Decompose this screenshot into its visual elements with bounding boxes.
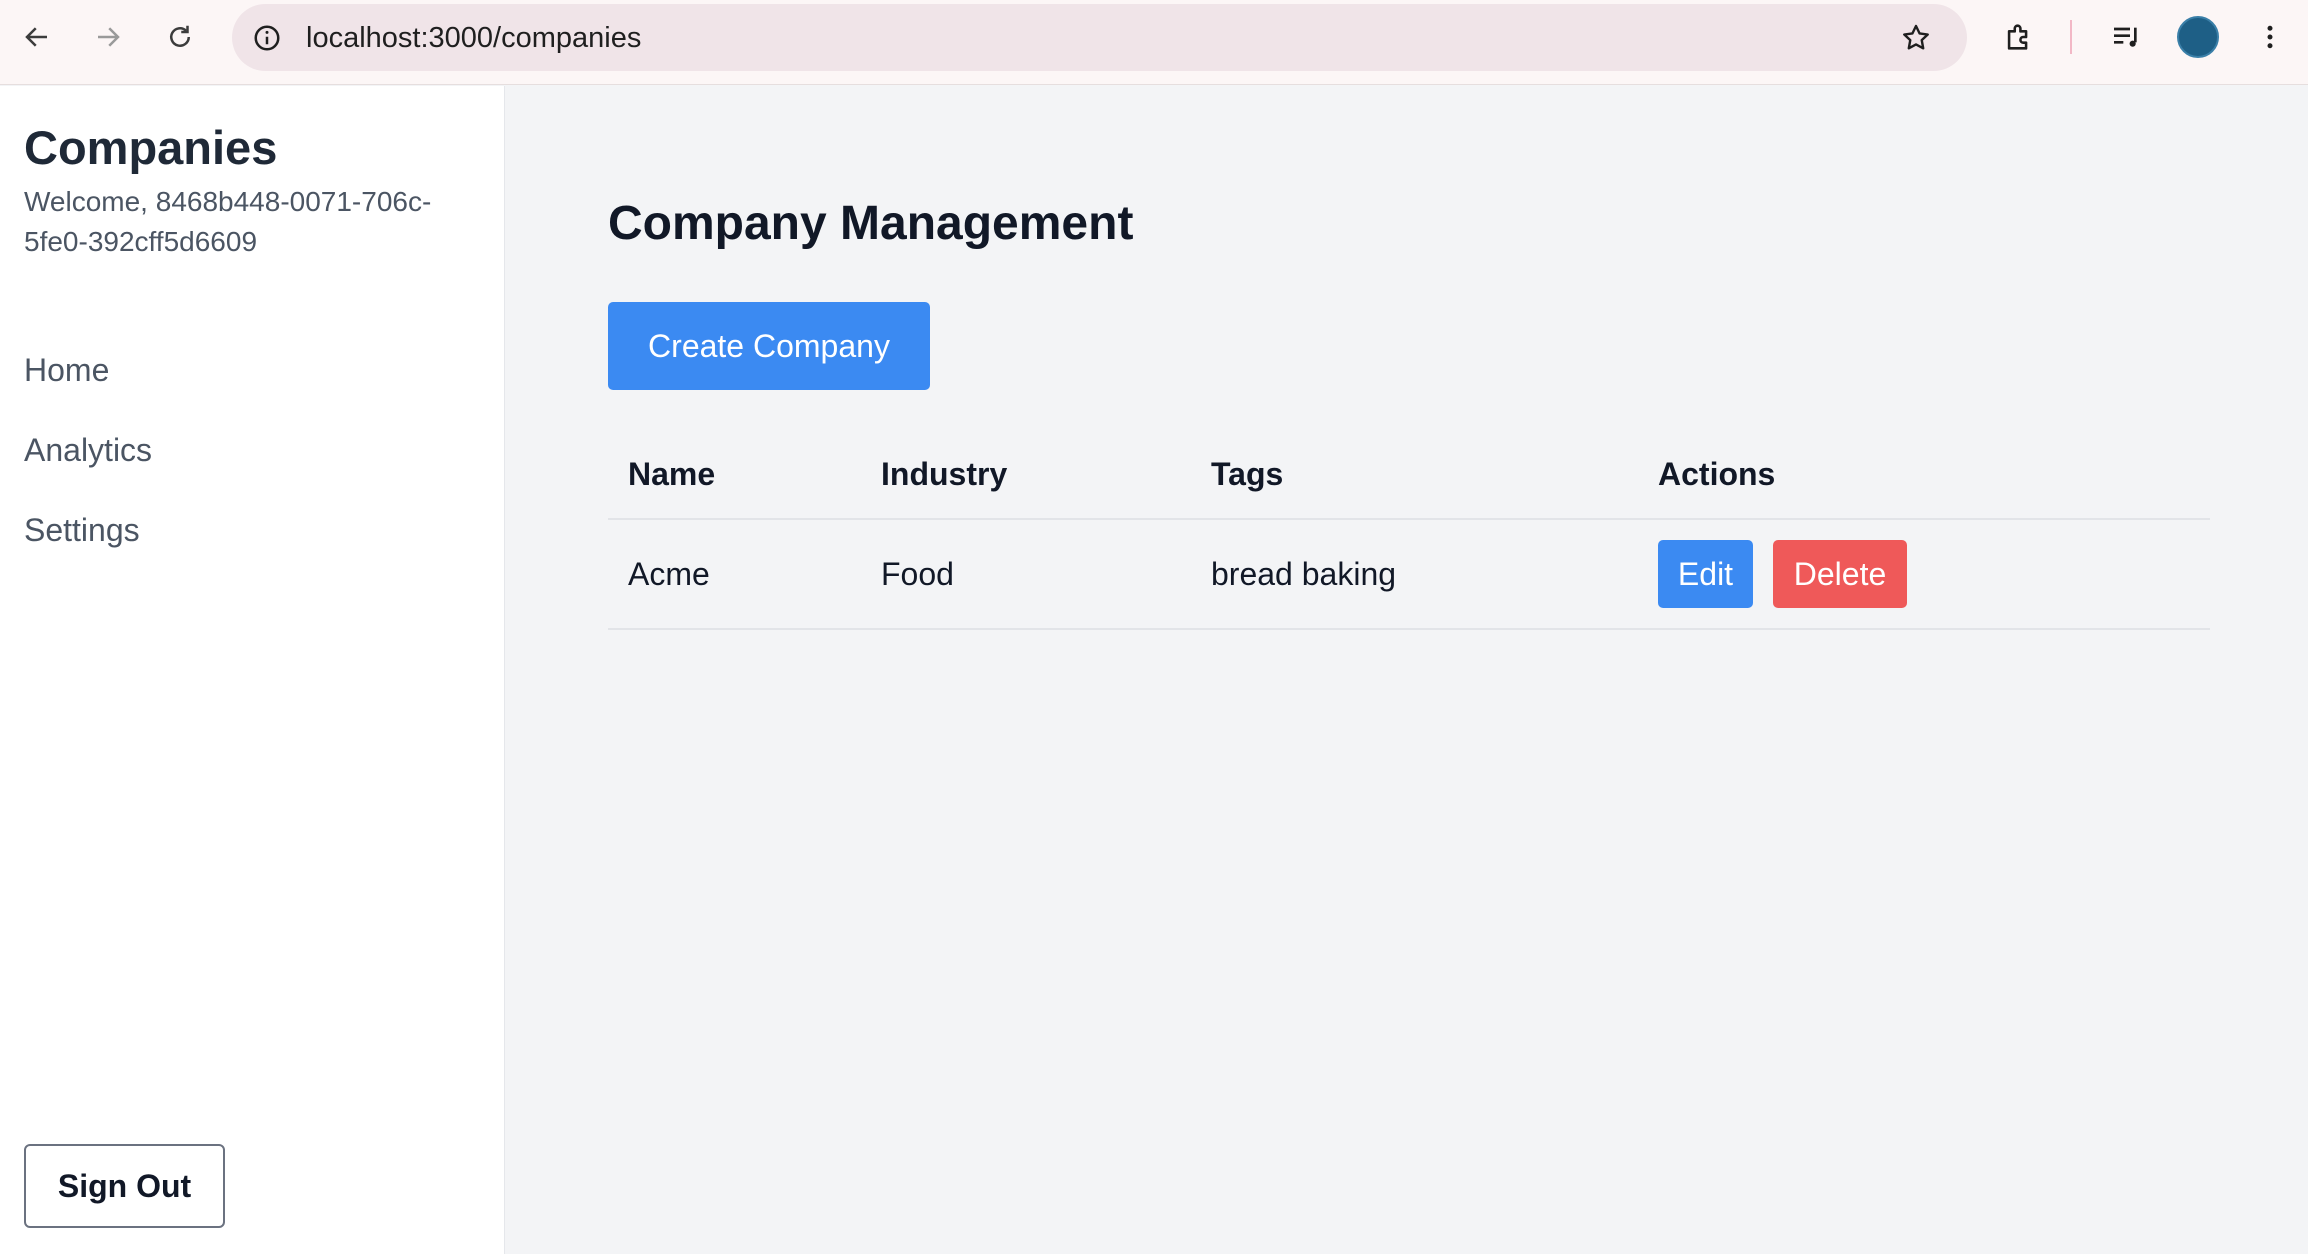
toolbar-divider [2070, 20, 2072, 54]
column-header-industry: Industry [881, 456, 1008, 492]
url-text[interactable]: localhost:3000/companies [306, 21, 641, 55]
browser-toolbar: localhost:3000/companies [0, 0, 2308, 85]
welcome-text: Welcome, 8468b448-0071-706c-5fe0-392cff5… [24, 186, 432, 257]
address-bar[interactable]: localhost:3000/companies [232, 4, 1967, 71]
sidebar: Companies Welcome, 8468b448-0071-706c-5f… [0, 86, 505, 1254]
extensions-puzzle-icon[interactable] [1997, 15, 2041, 59]
company-industry-cell: Food [881, 556, 954, 592]
more-menu-icon[interactable] [2250, 15, 2290, 59]
company-tags-cell: bread baking [1211, 556, 1397, 592]
sign-out-button[interactable]: Sign Out [24, 1144, 225, 1228]
company-name-cell: Acme [628, 556, 710, 592]
media-controls-icon[interactable] [2104, 15, 2148, 59]
table-row: Acme Food bread baking Edit Delete [608, 520, 2210, 630]
reload-icon[interactable] [157, 14, 203, 60]
site-info-icon[interactable] [250, 21, 283, 54]
delete-button[interactable]: Delete [1773, 540, 1907, 608]
bookmark-star-icon[interactable] [1896, 18, 1936, 58]
column-header-tags: Tags [1211, 456, 1284, 492]
column-header-actions: Actions [1658, 456, 1776, 492]
sidebar-item-home[interactable]: Home [24, 350, 152, 430]
companies-table: Name Industry Tags Actions Acme Food bre… [608, 432, 2210, 630]
profile-avatar[interactable] [2177, 16, 2219, 58]
sidebar-title: Companies [24, 121, 278, 174]
column-header-name: Name [628, 456, 716, 492]
sidebar-item-analytics[interactable]: Analytics [24, 430, 152, 510]
back-arrow-icon[interactable] [14, 14, 60, 60]
page-title: Company Management [608, 197, 1134, 250]
edit-button[interactable]: Edit [1658, 540, 1753, 608]
table-header: Name Industry Tags Actions [608, 432, 2210, 520]
sidebar-nav: Home Analytics Settings [24, 350, 152, 590]
create-company-button[interactable]: Create Company [608, 302, 930, 390]
sidebar-item-settings[interactable]: Settings [24, 510, 152, 590]
forward-arrow-icon[interactable] [85, 14, 131, 60]
